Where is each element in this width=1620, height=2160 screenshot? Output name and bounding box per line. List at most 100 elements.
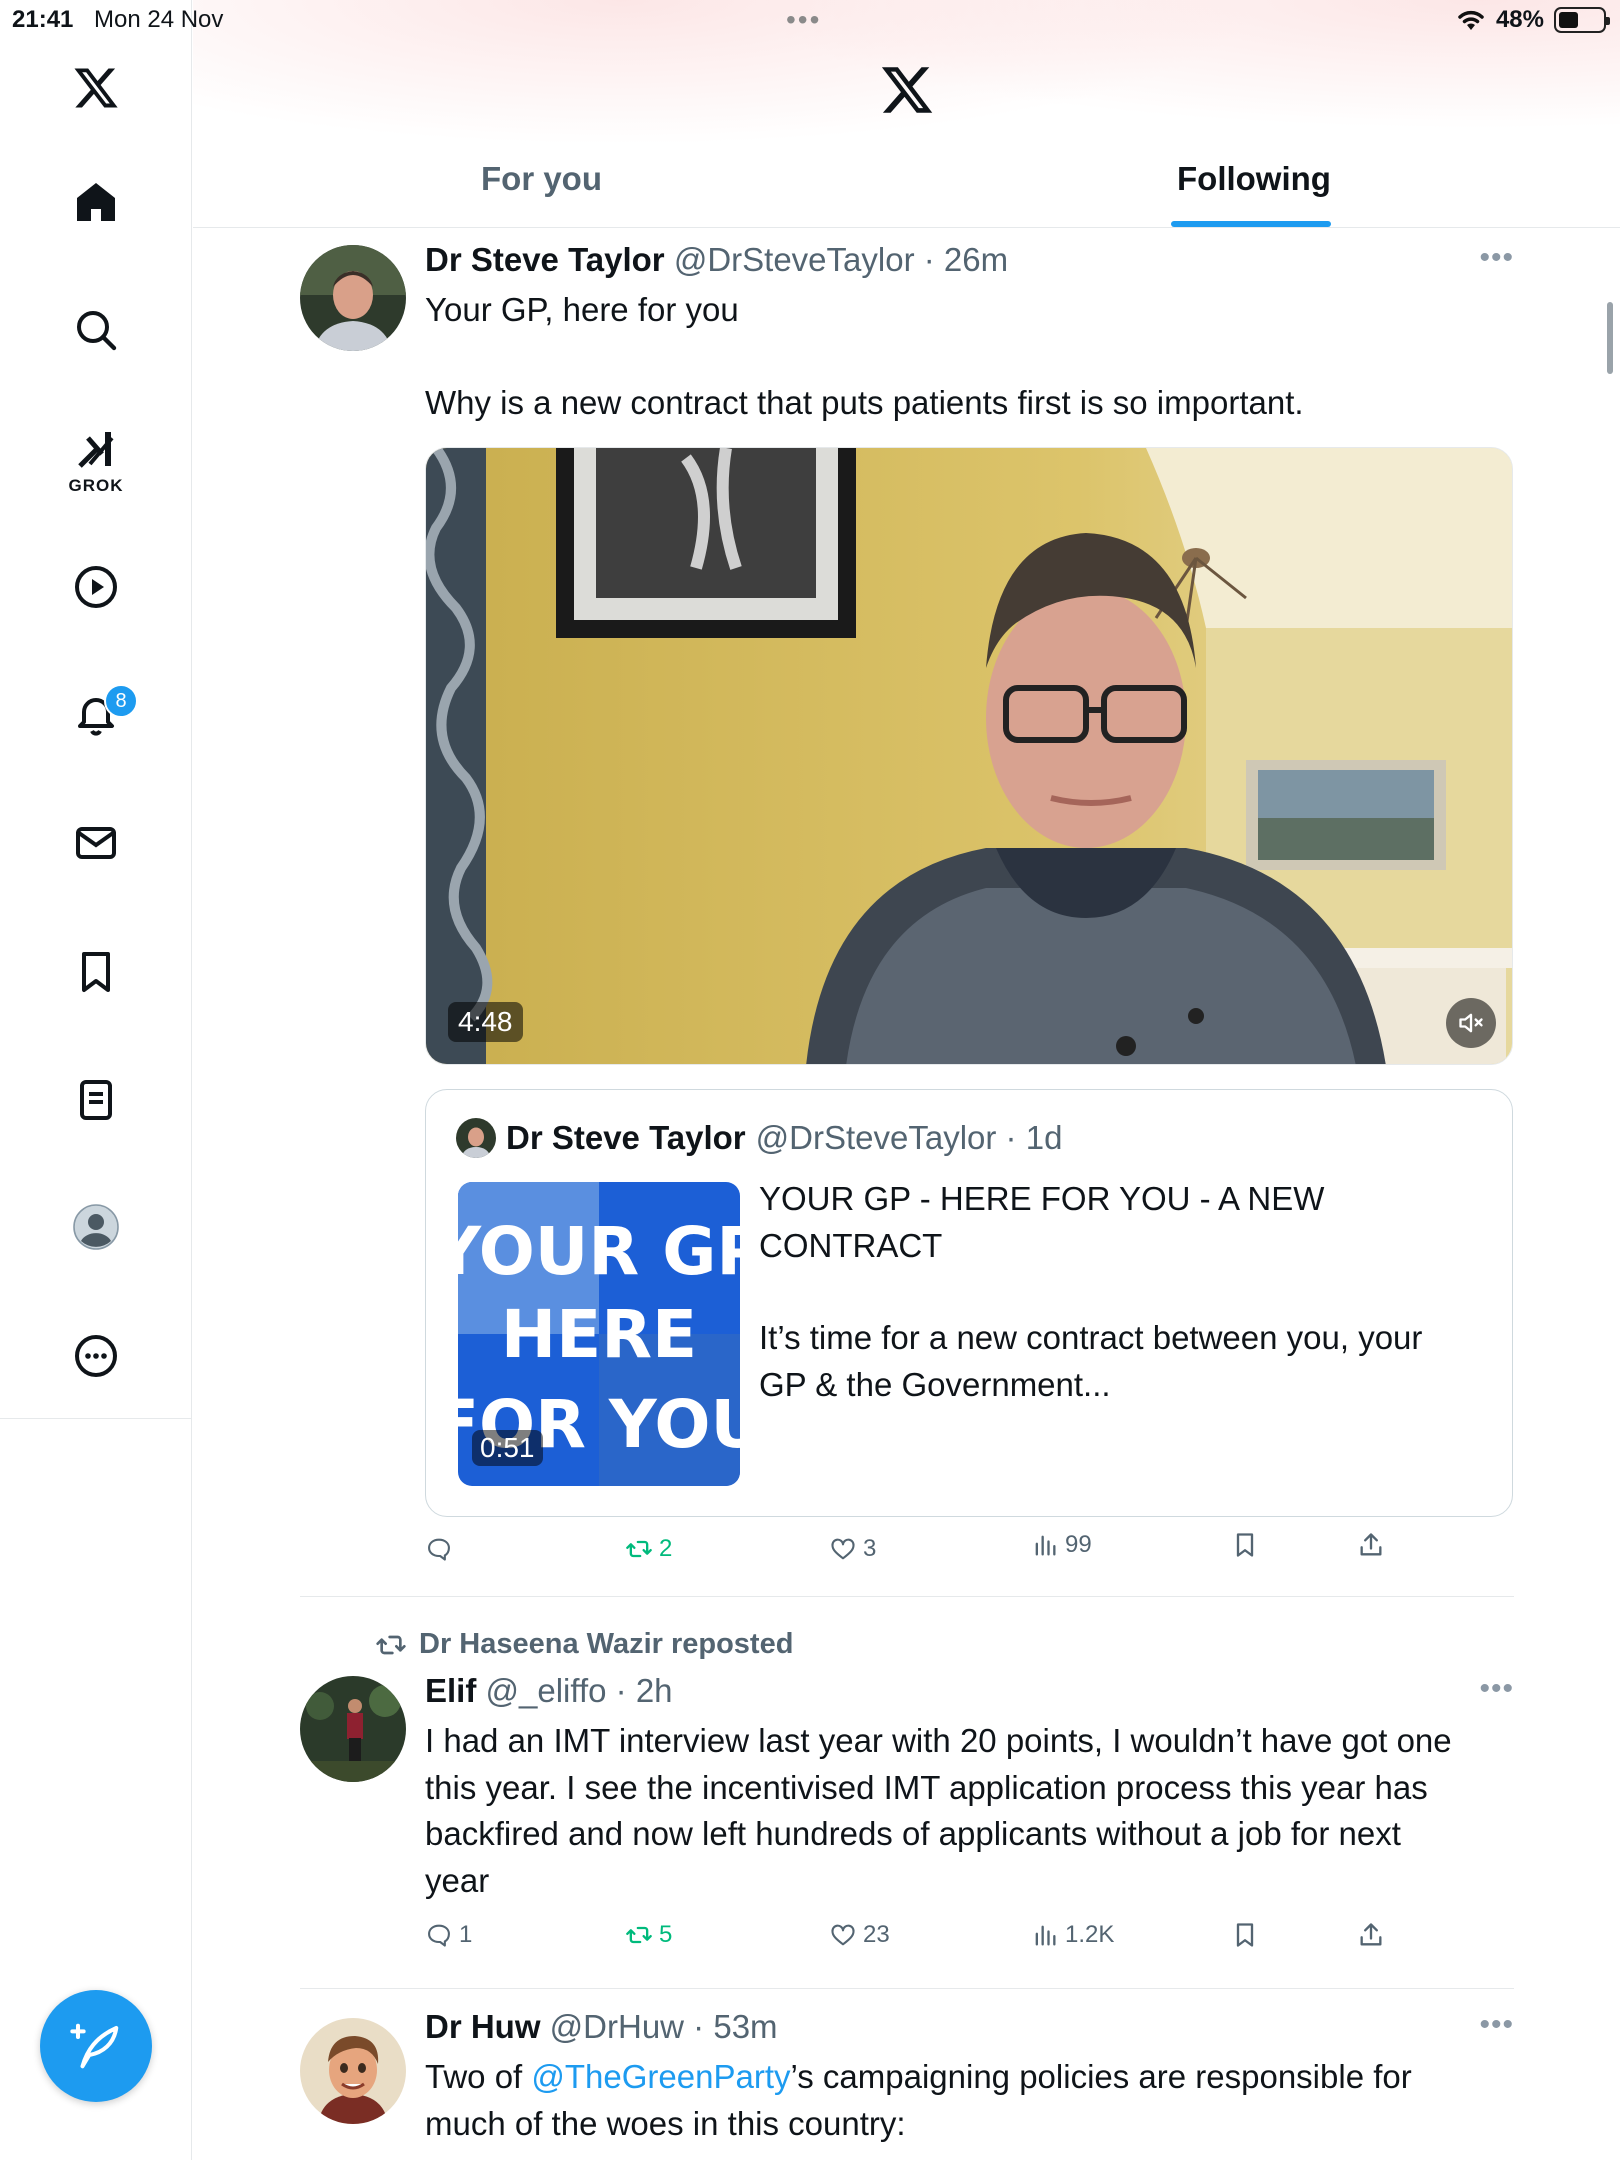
- reply-button[interactable]: 1: [425, 1921, 472, 1949]
- views-chart-icon: [1035, 1925, 1056, 1946]
- notification-badge: 8: [104, 684, 138, 718]
- bookmark-icon: [1236, 1533, 1254, 1557]
- mention-link[interactable]: @TheGreenParty: [531, 2058, 790, 2095]
- post-text-segment: ’s campaigning policies are responsible …: [790, 2058, 1412, 2095]
- bookmarks-icon[interactable]: [66, 942, 126, 1002]
- repost-icon: [626, 1926, 652, 1944]
- status-bar: 21:41 Mon 24 Nov ••• 48%: [0, 0, 1620, 40]
- compose-quill-icon: [70, 2023, 119, 2069]
- author-name[interactable]: Elif: [425, 1672, 476, 1709]
- post-dr-huw[interactable]: Dr Huw @DrHuw · 53m ••• Two of @TheGreen…: [300, 2008, 1514, 2160]
- post-time[interactable]: 53m: [713, 2008, 777, 2045]
- repost-icon: [626, 1540, 652, 1558]
- thumbnail-text-line: YOUR GP: [458, 1213, 740, 1290]
- video-frame: [426, 448, 1512, 1064]
- post-more-icon[interactable]: •••: [1479, 241, 1514, 275]
- x-header-logo-icon: [879, 62, 935, 118]
- author-handle[interactable]: @_eliffo: [486, 1672, 607, 1709]
- views-button[interactable]: 99: [1031, 1531, 1092, 1559]
- post-video[interactable]: 4:48: [425, 447, 1513, 1065]
- heart-icon: [831, 1538, 855, 1560]
- video-play-icon[interactable]: [66, 557, 126, 617]
- quoted-video-thumbnail[interactable]: YOUR GP HERE FOR YOU 0:51: [458, 1182, 740, 1486]
- post-actions: 1 5 23 1.2K: [425, 1921, 1425, 1961]
- post-header: Elif @_eliffo · 2h: [425, 1672, 673, 1709]
- author-handle[interactable]: @DrSteveTaylor: [674, 241, 915, 278]
- avatar[interactable]: [300, 245, 406, 351]
- post-text-line: this year. I see the incentivised IMT ap…: [425, 1768, 1428, 1806]
- quoted-post-text: YOUR GP - HERE FOR YOU - A NEW CONTRACT …: [759, 1176, 1479, 1408]
- bookmark-button[interactable]: [1231, 1921, 1259, 1949]
- quoted-title-line: CONTRACT: [759, 1226, 943, 1264]
- post-text-line: year: [425, 1861, 490, 1899]
- avatar[interactable]: [300, 1676, 406, 1782]
- mute-speaker-icon[interactable]: [1446, 998, 1496, 1048]
- home-icon[interactable]: [66, 172, 126, 232]
- thumbnail-text-line: HERE: [501, 1296, 697, 1373]
- quoted-body-line: It’s time for a new contract between you…: [759, 1319, 1423, 1356]
- messages-envelope-icon[interactable]: [66, 813, 126, 873]
- more-options-circle-icon[interactable]: [66, 1326, 126, 1386]
- post-separator: [300, 1596, 1514, 1597]
- repost-button[interactable]: 2: [625, 1535, 672, 1563]
- battery-percent: 48%: [1495, 6, 1544, 33]
- multitasking-dots-icon[interactable]: •••: [786, 4, 821, 36]
- lists-icon[interactable]: [66, 1070, 126, 1130]
- view-count: 99: [1065, 1531, 1092, 1558]
- author-name[interactable]: Dr Steve Taylor: [425, 241, 665, 278]
- post-more-icon[interactable]: •••: [1479, 1672, 1514, 1706]
- tab-following[interactable]: Following: [1177, 160, 1331, 198]
- views-button[interactable]: 1.2K: [1031, 1921, 1114, 1949]
- reply-count: 1: [459, 1921, 473, 1948]
- status-date: Mon 24 Nov: [94, 6, 224, 33]
- search-icon[interactable]: [66, 300, 126, 360]
- post-text-line: backfired and now left hundreds of appli…: [425, 1815, 1401, 1852]
- grok-label: GROK: [68, 476, 124, 495]
- bookmark-button[interactable]: [1231, 1531, 1259, 1559]
- author-name[interactable]: Dr Huw: [425, 2008, 541, 2045]
- share-button[interactable]: [1357, 1921, 1385, 1949]
- quoted-avatar[interactable]: [456, 1118, 496, 1158]
- compose-post-button[interactable]: [40, 1990, 152, 2102]
- reply-button[interactable]: [425, 1535, 459, 1563]
- author-handle[interactable]: @DrHuw: [550, 2008, 684, 2045]
- quoted-author-handle[interactable]: @DrSteveTaylor: [756, 1119, 997, 1156]
- post-elif[interactable]: Dr Haseena Wazir reposted Elif @_eliffo …: [300, 1620, 1514, 1960]
- views-chart-icon: [1035, 1535, 1056, 1556]
- repost-icon: [376, 1635, 406, 1654]
- active-tab-indicator: [1171, 221, 1331, 227]
- like-button[interactable]: 3: [829, 1535, 876, 1563]
- post-actions: 2 3 99: [425, 1531, 1425, 1575]
- view-count: 1.2K: [1065, 1921, 1115, 1948]
- quoted-author-name[interactable]: Dr Steve Taylor: [506, 1119, 746, 1157]
- post-header: Dr Huw @DrHuw · 53m: [425, 2008, 778, 2045]
- post-text: Two of @TheGreenParty’s campaigning poli…: [425, 2054, 1505, 2147]
- scrollbar[interactable]: [1607, 302, 1613, 374]
- post-text-line: Why is a new contract that puts patients…: [425, 383, 1304, 421]
- post-more-icon[interactable]: •••: [1479, 2008, 1514, 2042]
- x-logo-icon[interactable]: [66, 58, 126, 118]
- grok-icon[interactable]: [66, 420, 126, 480]
- repost-button[interactable]: 5: [625, 1921, 672, 1949]
- post-text-line: Your GP, here for you: [425, 291, 739, 328]
- post-text: I had an IMT interview last year with 20…: [425, 1718, 1505, 1904]
- post-text-line: much of the woes in this country:: [425, 2104, 906, 2142]
- reposted-by-label[interactable]: Dr Haseena Wazir reposted: [419, 1628, 793, 1661]
- post-time[interactable]: 26m: [944, 241, 1008, 278]
- quoted-post-time[interactable]: 1d: [1026, 1119, 1063, 1156]
- video-duration: 4:48: [448, 1002, 523, 1042]
- post-time[interactable]: 2h: [636, 1672, 673, 1709]
- quoted-post[interactable]: Dr Steve Taylor @DrSteveTaylor · 1d YOUR…: [425, 1089, 1513, 1517]
- post-header: Dr Steve Taylor @DrSteveTaylor · 26m: [425, 241, 1009, 278]
- avatar[interactable]: [300, 2018, 406, 2124]
- battery-icon: [1554, 7, 1610, 33]
- share-button[interactable]: [1357, 1531, 1385, 1559]
- status-time: 21:41: [12, 6, 74, 33]
- profile-avatar-icon[interactable]: [66, 1197, 126, 1257]
- share-icon: [1360, 1533, 1382, 1556]
- tab-for-you[interactable]: For you: [481, 160, 602, 198]
- quoted-title-line: YOUR GP - HERE FOR YOU - A NEW: [759, 1180, 1325, 1217]
- post-text-segment: Two of: [425, 2058, 532, 2095]
- like-button[interactable]: 23: [829, 1921, 890, 1949]
- reply-icon: [428, 1924, 450, 1947]
